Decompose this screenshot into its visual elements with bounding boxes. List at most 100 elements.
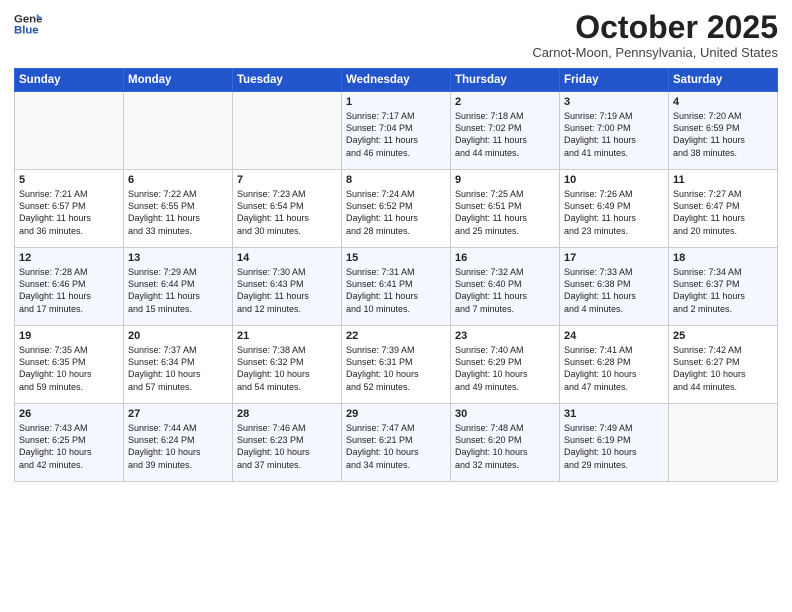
day-number: 16 [455,252,555,264]
day-info: Sunrise: 7:32 AMSunset: 6:40 PMDaylight:… [455,266,555,315]
day-number: 13 [128,252,228,264]
day-number: 22 [346,330,446,342]
calendar-cell: 20 Sunrise: 7:37 AMSunset: 6:34 PMDayligh… [124,326,233,404]
day-info: Sunrise: 7:44 AMSunset: 6:24 PMDaylight:… [128,422,228,471]
day-number: 27 [128,408,228,420]
calendar-cell: 9 Sunrise: 7:25 AMSunset: 6:51 PMDaylight… [451,170,560,248]
calendar-cell: 14Sunrise: 7:30 AMSunset: 6:43 PMDayligh… [233,248,342,326]
day-info: Sunrise: 7:34 AMSunset: 6:37 PMDaylight:… [673,266,773,315]
calendar-cell: 12 Sunrise: 7:28 AMSunset: 6:46 PMDayligh… [15,248,124,326]
day-info: Sunrise: 7:41 AMSunset: 6:28 PMDaylight:… [564,344,664,393]
calendar-cell: 6Sunrise: 7:22 AMSunset: 6:55 PMDaylight… [124,170,233,248]
calendar-cell: 5Sunrise: 7:21 AMSunset: 6:57 PMDaylight… [15,170,124,248]
day-info: Sunrise: 7:48 AMSunset: 6:20 PMDaylight:… [455,422,555,471]
calendar-week-row: 1 Sunrise: 7:17 AMSunset: 7:04 PMDaylight… [15,92,778,170]
day-info: Sunrise: 7:21 AMSunset: 6:57 PMDaylight:… [19,188,119,237]
day-number: 19 [19,330,119,342]
calendar-cell: 18 Sunrise: 7:34 AMSunset: 6:37 PMDayligh… [669,248,778,326]
calendar-cell [669,404,778,482]
day-header-sunday: Sunday [15,69,124,92]
calendar-cell: 19Sunrise: 7:35 AMSunset: 6:35 PMDayligh… [15,326,124,404]
logo-icon: General Blue [14,10,42,38]
calendar-cell: 10Sunrise: 7:26 AMSunset: 6:49 PMDayligh… [560,170,669,248]
day-info: Sunrise: 7:38 AMSunset: 6:32 PMDaylight:… [237,344,337,393]
calendar-cell: 21 Sunrise: 7:38 AMSunset: 6:32 PMDayligh… [233,326,342,404]
calendar-cell: 27 Sunrise: 7:44 AMSunset: 6:24 PMDayligh… [124,404,233,482]
calendar-cell: 28 Sunrise: 7:46 AMSunset: 6:23 PMDayligh… [233,404,342,482]
logo: General Blue [14,10,42,38]
calendar-cell [15,92,124,170]
day-info: Sunrise: 7:39 AMSunset: 6:31 PMDaylight:… [346,344,446,393]
day-info: Sunrise: 7:25 AMSunset: 6:51 PMDaylight:… [455,188,555,237]
calendar-cell: 4Sunrise: 7:20 AMSunset: 6:59 PMDaylight… [669,92,778,170]
day-number: 23 [455,330,555,342]
calendar-cell [124,92,233,170]
day-number: 21 [237,330,337,342]
day-info: Sunrise: 7:40 AMSunset: 6:29 PMDaylight:… [455,344,555,393]
day-info: Sunrise: 7:19 AMSunset: 7:00 PMDaylight:… [564,110,664,159]
day-number: 24 [564,330,664,342]
day-number: 15 [346,252,446,264]
day-info: Sunrise: 7:42 AMSunset: 6:27 PMDaylight:… [673,344,773,393]
day-number: 26 [19,408,119,420]
day-header-saturday: Saturday [669,69,778,92]
calendar-cell: 8Sunrise: 7:24 AMSunset: 6:52 PMDaylight… [342,170,451,248]
calendar-cell: 15 Sunrise: 7:31 AMSunset: 6:41 PMDayligh… [342,248,451,326]
day-header-monday: Monday [124,69,233,92]
location-subtitle: Carnot-Moon, Pennsylvania, United States [532,45,778,60]
day-info: Sunrise: 7:28 AMSunset: 6:46 PMDaylight:… [19,266,119,315]
day-info: Sunrise: 7:18 AMSunset: 7:02 PMDaylight:… [455,110,555,159]
month-title: October 2025 [532,10,778,45]
calendar-cell: 25 Sunrise: 7:42 AMSunset: 6:27 PMDayligh… [669,326,778,404]
svg-text:Blue: Blue [14,25,39,37]
page-header: General Blue October 2025 Carnot-Moon, P… [14,10,778,60]
day-info: Sunrise: 7:31 AMSunset: 6:41 PMDaylight:… [346,266,446,315]
calendar-cell: 23 Sunrise: 7:40 AMSunset: 6:29 PMDayligh… [451,326,560,404]
day-number: 31 [564,408,664,420]
title-block: October 2025 Carnot-Moon, Pennsylvania, … [532,10,778,60]
day-info: Sunrise: 7:47 AMSunset: 6:21 PMDaylight:… [346,422,446,471]
day-info: Sunrise: 7:43 AMSunset: 6:25 PMDaylight:… [19,422,119,471]
day-info: Sunrise: 7:26 AMSunset: 6:49 PMDaylight:… [564,188,664,237]
calendar-cell: 17 Sunrise: 7:33 AMSunset: 6:38 PMDayligh… [560,248,669,326]
calendar-cell: 7Sunrise: 7:23 AMSunset: 6:54 PMDaylight… [233,170,342,248]
day-number: 7 [237,174,337,186]
day-number: 1 [346,96,446,108]
day-info: Sunrise: 7:33 AMSunset: 6:38 PMDaylight:… [564,266,664,315]
day-header-wednesday: Wednesday [342,69,451,92]
day-info: Sunrise: 7:46 AMSunset: 6:23 PMDaylight:… [237,422,337,471]
calendar-week-row: 26 Sunrise: 7:43 AMSunset: 6:25 PMDayligh… [15,404,778,482]
day-number: 25 [673,330,773,342]
calendar-week-row: 19Sunrise: 7:35 AMSunset: 6:35 PMDayligh… [15,326,778,404]
calendar-week-row: 5Sunrise: 7:21 AMSunset: 6:57 PMDaylight… [15,170,778,248]
day-header-friday: Friday [560,69,669,92]
day-info: Sunrise: 7:37 AMSunset: 6:34 PMDaylight:… [128,344,228,393]
day-number: 11 [673,174,773,186]
calendar-cell: 1 Sunrise: 7:17 AMSunset: 7:04 PMDaylight… [342,92,451,170]
day-number: 12 [19,252,119,264]
day-info: Sunrise: 7:24 AMSunset: 6:52 PMDaylight:… [346,188,446,237]
day-header-thursday: Thursday [451,69,560,92]
calendar-cell: 11 Sunrise: 7:27 AMSunset: 6:47 PMDayligh… [669,170,778,248]
calendar-cell: 22 Sunrise: 7:39 AMSunset: 6:31 PMDayligh… [342,326,451,404]
day-number: 20 [128,330,228,342]
calendar-table: SundayMondayTuesdayWednesdayThursdayFrid… [14,68,778,482]
day-info: Sunrise: 7:20 AMSunset: 6:59 PMDaylight:… [673,110,773,159]
day-number: 29 [346,408,446,420]
day-number: 28 [237,408,337,420]
day-number: 18 [673,252,773,264]
day-info: Sunrise: 7:27 AMSunset: 6:47 PMDaylight:… [673,188,773,237]
calendar-cell: 2 Sunrise: 7:18 AMSunset: 7:02 PMDaylight… [451,92,560,170]
calendar-header-row: SundayMondayTuesdayWednesdayThursdayFrid… [15,69,778,92]
day-number: 30 [455,408,555,420]
day-header-tuesday: Tuesday [233,69,342,92]
day-number: 9 [455,174,555,186]
day-number: 2 [455,96,555,108]
calendar-cell: 30 Sunrise: 7:48 AMSunset: 6:20 PMDayligh… [451,404,560,482]
day-info: Sunrise: 7:17 AMSunset: 7:04 PMDaylight:… [346,110,446,159]
day-number: 17 [564,252,664,264]
calendar-cell: 24 Sunrise: 7:41 AMSunset: 6:28 PMDayligh… [560,326,669,404]
calendar-cell: 29 Sunrise: 7:47 AMSunset: 6:21 PMDayligh… [342,404,451,482]
day-number: 3 [564,96,664,108]
day-number: 6 [128,174,228,186]
